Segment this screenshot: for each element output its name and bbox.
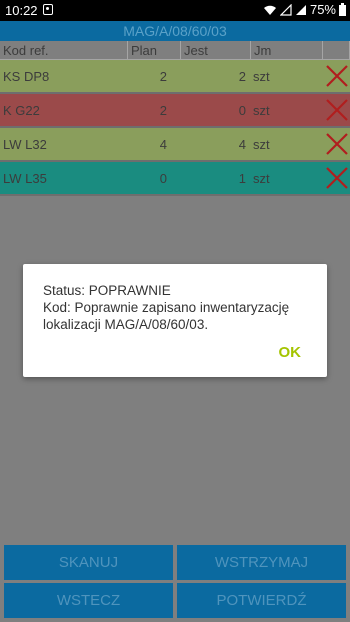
notification-icon [43,4,53,15]
cell-plan: 2 [159,68,167,84]
cell-jest: 2 [238,68,246,84]
back-button[interactable]: WSTECZ [4,583,173,618]
close-x-icon [325,65,348,87]
header-action [323,41,350,60]
status-icons: 75% [263,2,346,17]
status-dialog: Status: POPRAWNIE Kod: Poprawnie zapisan… [23,264,327,377]
cell-jm: szt [253,170,270,186]
location-title: MAG/A/08/60/03 [0,21,350,41]
header-jm: Jm [251,41,323,60]
header-kod: Kod ref. [0,41,128,60]
close-x-icon [325,133,348,155]
ok-button[interactable]: OK [279,344,302,361]
dialog-status: Status: POPRAWNIE [43,283,171,298]
cell-plan: 4 [159,136,167,152]
wifi-icon [263,5,276,15]
cell-kod: KS DP8 [3,68,50,84]
cell-jest: 1 [238,170,246,186]
cell-kod: LW L32 [3,136,47,152]
confirm-button[interactable]: POTWIERDŹ [177,583,346,618]
cell-kod: K G22 [3,102,40,118]
cell-plan: 0 [159,170,167,186]
table-row[interactable]: K G22 2 0 szt [0,94,350,128]
close-x-icon [325,167,348,189]
pause-button[interactable]: WSTRZYMAJ [177,545,346,580]
battery-icon [339,3,346,16]
clock: 10:22 [5,3,38,18]
table-header: Kod ref. Plan Jest Jm [0,41,350,60]
table-row[interactable]: LW L35 0 1 szt [0,162,350,196]
delete-button[interactable] [323,60,350,92]
scan-button[interactable]: SKANUJ [4,545,173,580]
header-plan: Plan [128,41,181,60]
table-row[interactable]: KS DP8 2 2 szt [0,60,350,94]
close-x-icon [325,99,348,121]
cell-jest: 4 [238,136,246,152]
signal-1-icon [279,3,292,16]
status-bar: 10:22 75% [0,0,350,21]
cell-plan: 2 [159,102,167,118]
signal-2-icon [295,4,306,15]
battery-percent: 75% [309,2,336,17]
cell-jm: szt [253,68,270,84]
cell-jm: szt [253,136,270,152]
delete-button[interactable] [323,162,350,194]
cell-kod: LW L35 [3,170,47,186]
cell-jest: 0 [238,102,246,118]
dialog-message: Kod: Poprawnie zapisano inwentaryzację l… [43,300,290,332]
table-row[interactable]: LW L32 4 4 szt [0,128,350,162]
header-jest: Jest [181,41,251,60]
delete-button[interactable] [323,128,350,160]
table-body: KS DP8 2 2 szt K G22 2 0 szt LW L32 4 4 … [0,60,350,196]
delete-button[interactable] [323,94,350,126]
cell-jm: szt [253,102,270,118]
